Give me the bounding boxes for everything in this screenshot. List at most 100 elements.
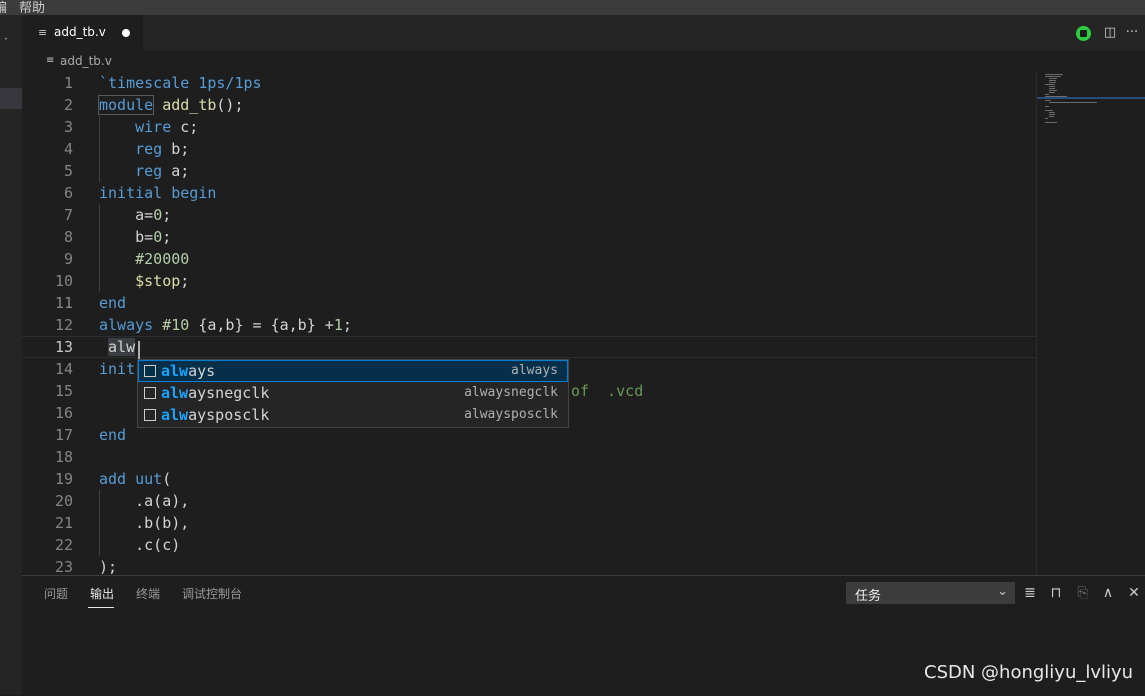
breadcrumb-file[interactable]: add_tb.v (60, 54, 112, 68)
suggestion-detail: alwaysnegclk (464, 385, 558, 400)
tab-label: add_tb.v (54, 25, 106, 39)
text-cursor (138, 341, 140, 360)
code-text: reg a; (135, 162, 190, 180)
clear-output-icon[interactable]: ≣ (1022, 585, 1038, 601)
code-line: 22 .c(c) (22, 534, 1037, 556)
minimap-line (1049, 90, 1057, 91)
code-line: 2 module add_tb(); (22, 94, 1037, 116)
minimap-line (1045, 110, 1053, 111)
code-text: end (99, 294, 127, 312)
tab-output[interactable]: 输出 (90, 585, 114, 602)
minimap-line (1045, 76, 1061, 77)
code-line: 9 #20000 (22, 248, 1037, 270)
minimap-line (1049, 88, 1055, 89)
chevron-down-icon: ⌄ (997, 584, 1008, 599)
code-line: 11 end (22, 292, 1037, 314)
code-text: end (99, 426, 127, 444)
code-line: 18 (22, 446, 1037, 468)
snippet-icon (144, 365, 156, 377)
split-editor-icon[interactable]: ◫ (1101, 25, 1119, 41)
minimap-line (1049, 112, 1055, 113)
minimap-line (1049, 82, 1056, 83)
code-text: .b(b), (135, 514, 190, 532)
code-text: module add_tb(); (97, 95, 244, 115)
menu-item-edit[interactable]: 编 (0, 0, 7, 15)
line-number: 19 (54, 470, 73, 488)
line-number: 16 (54, 404, 73, 422)
line-number: 14 (54, 360, 73, 378)
output-channel-select[interactable]: 任务 ⌄ (846, 582, 1015, 604)
menu-item-help[interactable]: 帮助 (19, 0, 45, 15)
tab-add-tb[interactable]: ≡ add_tb.v (22, 15, 143, 51)
minimap-line (1049, 102, 1097, 103)
minimap-line (1049, 92, 1055, 93)
more-actions-icon[interactable]: ··· (1123, 25, 1141, 41)
menu-bar: 编 帮助 (0, 0, 1145, 15)
code-line: 4 reg b; (22, 138, 1037, 160)
code-text: #20000 (135, 250, 190, 268)
line-number: 2 (63, 96, 73, 114)
code-text: `timescale 1ps/1ps (99, 74, 262, 92)
minimap-line (1045, 74, 1063, 75)
suggestion-item[interactable]: always always (138, 360, 568, 382)
code-text: ); (99, 558, 118, 575)
code-line: 1 `timescale 1ps/1ps (22, 72, 1037, 94)
line-number: 5 (63, 162, 73, 180)
watermark: CSDN @hongliyu_lvliyu (924, 662, 1134, 683)
code-text: $stop; (135, 272, 190, 290)
open-log-icon: ⎘ (1077, 585, 1089, 601)
line-number: 12 (54, 316, 73, 334)
code-text: .c(c) (135, 536, 181, 554)
suggestion-detail: always (511, 363, 558, 378)
more-icon[interactable]: · (4, 32, 8, 46)
minimap-line (1049, 116, 1054, 117)
line-number: 21 (54, 514, 73, 532)
suggestion-item[interactable]: alwaysnegclk alwaysnegclk (138, 382, 568, 404)
chevron-up-icon[interactable]: ∧ (1100, 585, 1116, 601)
minimap-line (1045, 122, 1057, 123)
tab-problems[interactable]: 问题 (44, 585, 68, 602)
file-lines-icon: ≡ (46, 55, 55, 66)
code-line-current: 13 alw (22, 336, 1037, 358)
snippet-icon (144, 409, 156, 421)
line-number: 10 (54, 272, 73, 290)
line-number: 6 (63, 184, 73, 202)
select-value: 任务 (855, 589, 882, 604)
code-text: .a(a), (135, 492, 190, 510)
minimap-line (1045, 106, 1049, 107)
autocomplete-widget: always always alwaysnegclk alwaysnegclk … (137, 359, 569, 428)
line-number: 11 (54, 294, 73, 312)
minimap[interactable] (1037, 72, 1145, 575)
suggestion-detail: alwaysposclk (464, 407, 558, 422)
lock-icon[interactable]: ⊓ (1048, 585, 1064, 601)
code-line: 6 initial begin (22, 182, 1037, 204)
close-icon[interactable]: ✕ (1126, 585, 1142, 601)
suggestion-item[interactable]: alwaysposclk alwaysposclk (138, 404, 568, 426)
code-text: wire c; (135, 118, 199, 136)
line-number: 3 (63, 118, 73, 136)
unsaved-dot-icon[interactable] (122, 29, 130, 37)
code-line: 20 .a(a), (22, 490, 1037, 512)
tab-terminal[interactable]: 终端 (136, 585, 160, 602)
code-line: 3 wire c; (22, 116, 1037, 138)
minimap-line (1049, 114, 1055, 115)
code-text: alw (108, 338, 136, 356)
code-line: 5 reg a; (22, 160, 1037, 182)
minimap-line (1045, 118, 1048, 119)
run-extension-icon[interactable] (1076, 26, 1091, 41)
line-number: 13 (54, 338, 73, 356)
minimap-current-line (1037, 97, 1145, 99)
code-editor[interactable]: 1 `timescale 1ps/1ps 2 module add_tb(); … (22, 72, 1037, 575)
code-text: reg b; (135, 140, 190, 158)
tab-debug-console[interactable]: 调试控制台 (182, 585, 242, 602)
code-line: 19 add uut( (22, 468, 1037, 490)
code-text: a=0; (135, 206, 172, 224)
activity-selected-item[interactable] (0, 88, 22, 109)
code-text: init (99, 360, 136, 378)
line-number: 4 (63, 140, 73, 158)
code-line: 10 $stop; (22, 270, 1037, 292)
active-tab-indicator (88, 607, 114, 608)
code-line: 12 always #10 {a,b} = {a,b} +1; (22, 314, 1037, 336)
code-text: initial begin (99, 184, 217, 202)
minimap-line (1049, 86, 1055, 87)
